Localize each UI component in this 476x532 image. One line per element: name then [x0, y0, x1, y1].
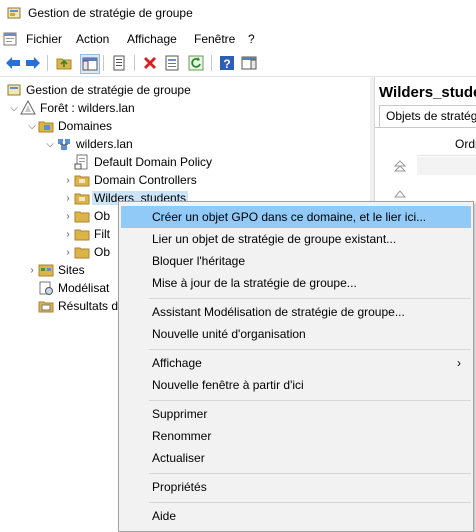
column-order-label: Ordre [455, 137, 476, 151]
back-arrow-icon[interactable] [4, 54, 22, 72]
modeling-icon [38, 280, 54, 296]
tree-node-results[interactable]: Résultats d [38, 297, 118, 315]
show-hide-tree-icon[interactable] [80, 54, 100, 74]
domain-icon [56, 136, 72, 152]
menu-action[interactable]: Action [76, 32, 109, 46]
table-row[interactable] [417, 157, 476, 175]
menu-separator [149, 298, 471, 299]
domains-folder-icon [38, 118, 54, 134]
move-up-icon[interactable] [393, 187, 407, 201]
chevron-right-icon[interactable]: › [62, 207, 74, 225]
ctx-link-existing-gpo[interactable]: Lier un objet de stratégie de groupe exi… [121, 228, 471, 250]
column-order-header[interactable]: Ordre [417, 133, 476, 156]
chevron-right-icon[interactable]: › [26, 261, 38, 279]
menu-bar: Fichier Action Affichage Fenêtre ? [0, 28, 476, 50]
chevron-down-icon[interactable]: ⌵ [44, 135, 56, 153]
svg-text:?: ? [223, 57, 230, 71]
chevron-right-icon[interactable]: › [62, 189, 74, 207]
tree-label-root: Gestion de stratégie de groupe [26, 83, 191, 97]
tree-label-sites: Sites [58, 263, 85, 277]
details-tabstrip: Objets de stratégie [375, 105, 476, 128]
folder-icon [74, 226, 90, 242]
ctx-new-ou[interactable]: Nouvelle unité d'organisation [121, 323, 471, 345]
chevron-down-icon[interactable]: ⌵ [8, 99, 20, 117]
tree-label-default-policy: Default Domain Policy [94, 155, 213, 169]
details-title: Wilders_stude [379, 84, 476, 101]
submenu-arrow-icon: › [457, 356, 461, 370]
menu-fenetre[interactable]: Fenêtre [194, 32, 235, 46]
window-menu-icon[interactable] [3, 32, 17, 46]
tree-label-results: Résultats d [58, 299, 119, 313]
ctx-view[interactable]: Affichage › [121, 352, 471, 374]
action-pane-icon[interactable] [240, 54, 258, 72]
tree-node-domain-controllers[interactable]: › Domain Controllers [62, 171, 197, 189]
tree-label-partial-obj2: Ob [94, 245, 111, 259]
tree-label-domain-controllers: Domain Controllers [94, 173, 197, 187]
menu-fichier[interactable]: Fichier [26, 32, 62, 46]
toolbar: ? [0, 50, 476, 77]
tree-node-default-domain-policy[interactable]: Default Domain Policy [74, 153, 212, 171]
menu-separator [149, 349, 471, 350]
menu-separator [149, 473, 471, 474]
sites-icon [38, 262, 54, 278]
chevron-right-icon[interactable]: › [62, 225, 74, 243]
results-icon [38, 298, 54, 314]
tree-node-root[interactable]: Gestion de stratégie de groupe [6, 81, 191, 99]
folder-icon [74, 208, 90, 224]
menu-affichage[interactable]: Affichage [127, 32, 177, 46]
tree-label-modeling: Modélisat [58, 281, 110, 295]
menu-separator [149, 400, 471, 401]
tree-node-gpo-container[interactable]: › Ob [62, 207, 110, 225]
tree-node-forest[interactable]: ⌵ Forêt : wilders.lan [8, 99, 135, 117]
context-menu: Créer un objet GPO dans ce domaine, et l… [118, 201, 474, 532]
window-title: Gestion de stratégie de groupe [28, 6, 193, 20]
tree-node-domain[interactable]: ⌵ wilders.lan [44, 135, 133, 153]
tree-node-domains[interactable]: ⌵ Domaines [26, 117, 112, 135]
chevron-right-icon[interactable]: › [62, 171, 74, 189]
tree-node-wmi-filters[interactable]: › Filt [62, 225, 110, 243]
ou-folder-icon [74, 190, 90, 206]
menu-separator [149, 502, 471, 503]
delete-icon[interactable] [141, 54, 159, 72]
tree-node-modeling[interactable]: Modélisat [38, 279, 109, 297]
forest-icon [20, 100, 36, 116]
up-folder-icon[interactable] [55, 54, 73, 72]
ctx-block-inheritance[interactable]: Bloquer l'héritage [121, 250, 471, 272]
gpmc-root-icon [6, 82, 22, 98]
forward-arrow-icon[interactable] [24, 54, 42, 72]
help-icon[interactable]: ? [218, 54, 236, 72]
ctx-properties[interactable]: Propriétés [121, 476, 471, 498]
tree-node-sites[interactable]: › Sites [26, 261, 85, 279]
ctx-rename[interactable]: Renommer [121, 425, 471, 447]
title-bar: Gestion de stratégie de groupe [0, 0, 476, 28]
properties-icon[interactable] [110, 54, 128, 72]
ctx-update-policy[interactable]: Mise à jour de la stratégie de groupe... [121, 272, 471, 294]
ctx-create-gpo-link[interactable]: Créer un objet GPO dans ce domaine, et l… [121, 206, 471, 228]
tree-label-domain: wilders.lan [76, 137, 133, 151]
chevron-down-icon[interactable]: ⌵ [26, 117, 38, 135]
ctx-new-window[interactable]: Nouvelle fenêtre à partir d'ici [121, 374, 471, 396]
tab-linked-gpos[interactable]: Objets de stratégie [379, 105, 476, 127]
tree-label-domains: Domaines [58, 119, 113, 133]
ctx-delete[interactable]: Supprimer [121, 403, 471, 425]
folder-icon [74, 244, 90, 260]
move-up-first-icon[interactable] [393, 159, 407, 173]
chevron-right-icon[interactable]: › [62, 243, 74, 261]
gpmc-app-icon [7, 7, 21, 19]
tree-label-partial-filt: Filt [94, 227, 110, 241]
ctx-help[interactable]: Aide [121, 505, 471, 527]
ctx-view-label: Affichage [152, 356, 202, 370]
ctx-refresh[interactable]: Actualiser [121, 447, 471, 469]
ctx-modeling-wizard[interactable]: Assistant Modélisation de stratégie de g… [121, 301, 471, 323]
menu-aide[interactable]: ? [248, 32, 255, 46]
refresh-icon[interactable] [187, 54, 205, 72]
tree-label-forest: Forêt : wilders.lan [40, 101, 135, 115]
export-list-icon[interactable] [163, 54, 181, 72]
tree-node-starter-gpos[interactable]: › Ob [62, 243, 110, 261]
gpo-link-icon [74, 154, 90, 170]
tree-label-partial-obj1: Ob [94, 209, 111, 223]
ou-folder-icon [74, 172, 90, 188]
